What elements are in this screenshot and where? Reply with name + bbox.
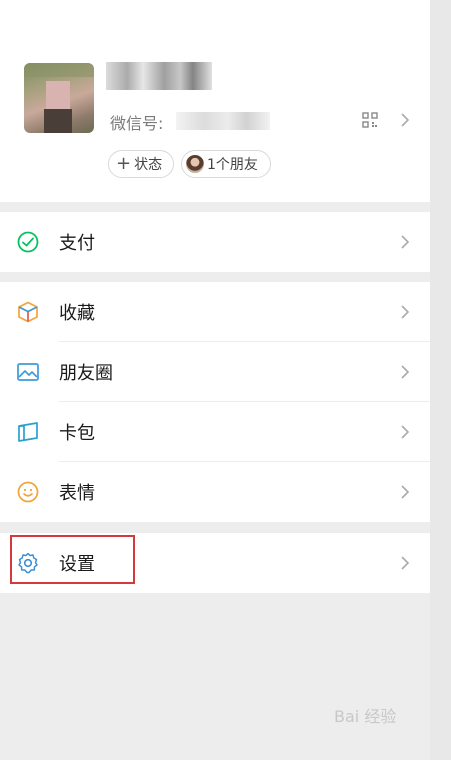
right-edge-strip [430,0,451,760]
watermark: Bai 经验 [334,707,397,726]
chevron-right-icon [401,235,410,249]
chevron-right-icon [401,305,410,319]
smiley-icon [17,481,39,503]
chevron-right-icon [401,485,410,499]
avatar-blur-block [24,63,94,77]
menu-item-label: 支付 [59,233,95,254]
pay-section: 支付 [0,212,430,272]
avatar-blur-block [46,81,70,111]
menu-item-label: 卡包 [59,423,95,444]
profile-header[interactable]: 微信号: + 状态 1个朋友 [0,0,430,202]
wechat-id-label: 微信号: [110,114,164,133]
menu-item-label: 收藏 [59,303,95,324]
menu-item-stickers[interactable]: 表情 [0,462,430,522]
settings-highlight-box [10,535,135,584]
plus-icon: + [116,153,132,174]
menu-item-pay[interactable]: 支付 [0,212,430,272]
menu-item-moments[interactable]: 朋友圈 [0,342,430,402]
menu-item-label: 表情 [59,483,95,504]
friends-button[interactable]: 1个朋友 [181,150,271,178]
chevron-right-icon[interactable] [400,112,410,128]
card-wallet-icon [18,422,38,442]
wechat-id-redacted [176,112,270,130]
chevron-right-icon [401,556,410,570]
friend-avatar [186,155,204,173]
avatar-blur-block [44,109,72,133]
moments-picture-icon [17,363,39,381]
services-section: 收藏 朋友圈 卡包 表情 [0,282,430,522]
qr-code-icon[interactable] [362,112,378,128]
menu-item-favorites[interactable]: 收藏 [0,282,430,342]
status-button-label: 状态 [134,157,163,173]
nickname-redacted [106,62,212,90]
chevron-right-icon [401,365,410,379]
menu-item-cards[interactable]: 卡包 [0,402,430,462]
pay-icon [17,231,39,253]
menu-item-label: 朋友圈 [59,363,113,384]
chevron-right-icon [401,425,410,439]
status-button[interactable]: + 状态 [108,150,174,178]
favorites-cube-icon [18,301,38,323]
friends-button-label: 1个朋友 [207,157,258,173]
avatar[interactable] [24,63,94,133]
